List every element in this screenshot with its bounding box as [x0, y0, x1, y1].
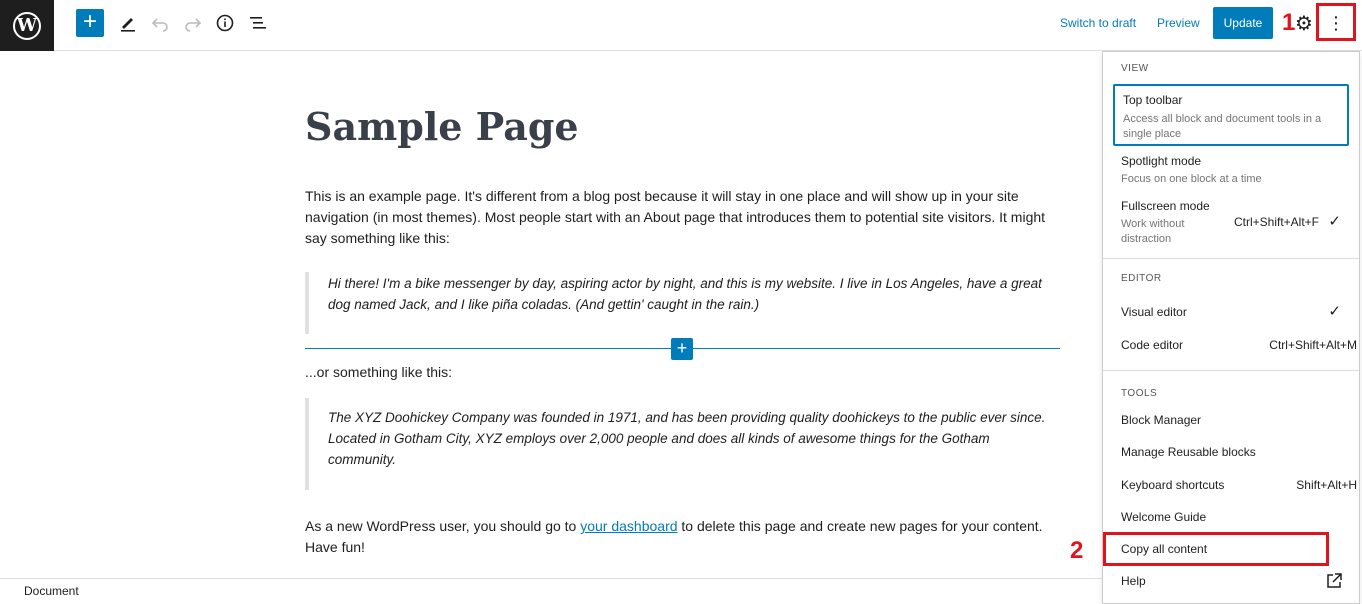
menu-item-label: Fullscreen mode: [1121, 199, 1210, 213]
tools-edit-button[interactable]: [116, 11, 140, 35]
shortcut-text: Shift+Alt+H: [1296, 478, 1357, 492]
more-vertical-icon: ⋮: [1327, 12, 1345, 33]
undo-icon: [151, 18, 168, 32]
menu-item-keyboard-shortcuts[interactable]: Keyboard shortcuts Shift+Alt+H: [1113, 474, 1357, 498]
annotation-box-2: [1103, 532, 1329, 566]
paragraph-block[interactable]: This is an example page. It's different …: [305, 186, 1065, 249]
menu-item-label: Welcome Guide: [1121, 510, 1207, 524]
menu-item-label: Block Manager: [1121, 413, 1202, 427]
breadcrumb[interactable]: Document: [24, 584, 79, 598]
shortcut-text: Ctrl+Shift+Alt+F: [1233, 215, 1319, 229]
pencil-icon: [121, 18, 135, 32]
editor-footer: Document: [0, 578, 1102, 604]
redo-button[interactable]: [181, 11, 205, 35]
menu-item-spotlight-mode[interactable]: Spotlight mode Focus on one block at a t…: [1113, 152, 1349, 192]
menu-item-help[interactable]: Help: [1113, 570, 1349, 594]
redo-icon: [185, 18, 202, 32]
gear-icon: ⚙: [1295, 12, 1313, 35]
menu-section-title: EDITOR: [1121, 273, 1162, 284]
menu-section-title: TOOLS: [1121, 388, 1158, 399]
menu-item-label: Help: [1121, 574, 1146, 588]
wordpress-icon: W: [13, 11, 41, 40]
preview-button[interactable]: Preview: [1157, 16, 1200, 30]
undo-button[interactable]: [148, 11, 172, 35]
menu-item-block-manager[interactable]: Block Manager: [1113, 409, 1349, 433]
quote-block[interactable]: Hi there! I'm a bike messenger by day, a…: [305, 272, 1060, 334]
menu-item-help: Access all block and document tools in a…: [1123, 113, 1322, 140]
annotation-2: 2: [1070, 537, 1084, 564]
info-icon: [216, 14, 234, 32]
list-view-button[interactable]: [246, 11, 270, 35]
page-title[interactable]: Sample Page: [305, 104, 579, 149]
details-button[interactable]: [213, 11, 237, 35]
options-menu: VIEW Top toolbar Access all block and do…: [1102, 51, 1360, 604]
settings-button[interactable]: ⚙: [1292, 11, 1316, 35]
menu-separator: [1103, 258, 1359, 259]
quote-text: Hi there! I'm a bike messenger by day, a…: [328, 276, 1042, 312]
paragraph-text: As a new WordPress user, you should go t…: [305, 518, 581, 534]
menu-item-visual-editor[interactable]: Visual editor ✓: [1113, 301, 1349, 325]
menu-separator: [1103, 370, 1359, 371]
menu-item-code-editor[interactable]: Code editor Ctrl+Shift+Alt+M: [1113, 334, 1357, 358]
checkmark-icon: ✓: [1328, 213, 1341, 230]
paragraph-block[interactable]: As a new WordPress user, you should go t…: [305, 516, 1065, 558]
quote-block[interactable]: The XYZ Doohickey Company was founded in…: [305, 398, 1060, 490]
editor-header: W + Switch to draft Preview Update 1 ⚙ ⋮: [0, 0, 1362, 51]
menu-item-label: Top toolbar: [1123, 93, 1183, 107]
menu-item-fullscreen-mode[interactable]: Fullscreen mode Work without distraction…: [1113, 196, 1349, 248]
update-button[interactable]: Update: [1213, 7, 1273, 39]
menu-item-top-toolbar[interactable]: Top toolbar Access all block and documen…: [1113, 84, 1349, 146]
menu-section-title: VIEW: [1121, 63, 1149, 74]
menu-item-manage-reusable-blocks[interactable]: Manage Reusable blocks: [1113, 441, 1349, 465]
options-button[interactable]: ⋮: [1324, 11, 1348, 35]
dashboard-link[interactable]: your dashboard: [580, 518, 677, 534]
add-block-button[interactable]: +: [76, 9, 104, 37]
menu-item-label: Visual editor: [1121, 305, 1187, 319]
menu-item-help: Focus on one block at a time: [1121, 173, 1262, 185]
menu-item-label: Code editor: [1121, 338, 1184, 352]
menu-item-help: Work without distraction: [1121, 218, 1185, 245]
external-link-icon: [1327, 573, 1342, 588]
shortcut-text: Ctrl+Shift+Alt+M: [1269, 338, 1357, 352]
switch-to-draft-button[interactable]: Switch to draft: [1060, 16, 1136, 30]
list-view-icon: [250, 17, 266, 29]
paragraph-block[interactable]: ...or something like this:: [305, 362, 1065, 383]
menu-item-welcome-guide[interactable]: Welcome Guide: [1113, 506, 1349, 530]
quote-text: The XYZ Doohickey Company was founded in…: [328, 410, 1046, 467]
wordpress-logo-button[interactable]: W: [0, 0, 54, 51]
checkmark-icon: ✓: [1328, 303, 1341, 320]
menu-item-label: Manage Reusable blocks: [1121, 445, 1256, 459]
inline-add-block-button[interactable]: +: [671, 338, 693, 360]
menu-item-label: Spotlight mode: [1121, 154, 1202, 168]
menu-item-label: Keyboard shortcuts: [1121, 478, 1225, 492]
